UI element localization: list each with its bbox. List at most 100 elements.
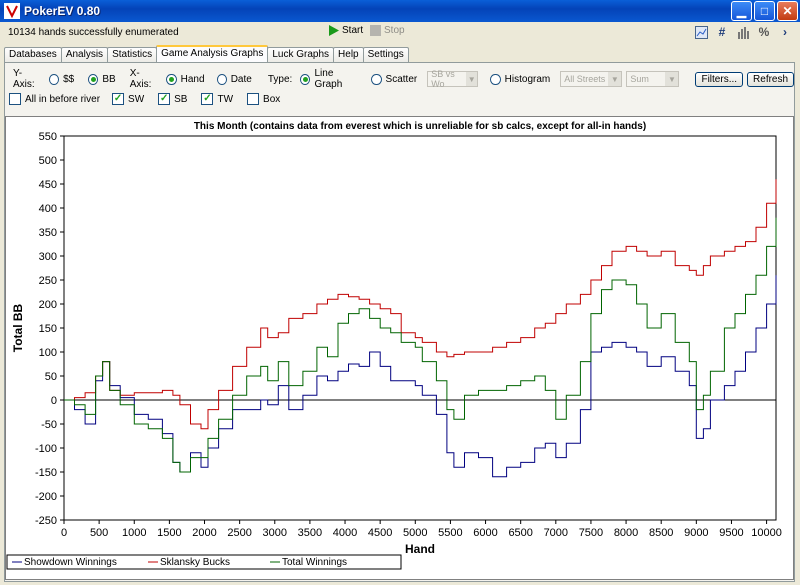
streets-select[interactable]: All Streets ▼: [560, 71, 623, 87]
tab-analysis[interactable]: Analysis: [60, 47, 109, 62]
all-in-label: All in before river: [25, 93, 101, 105]
y-dollars-label: $$: [63, 73, 75, 85]
minimize-button[interactable]: ▁: [731, 1, 752, 21]
y-tick-label: -200: [35, 491, 57, 503]
y-tick-label: 100: [39, 347, 57, 359]
y-tick-label: -100: [35, 443, 57, 455]
box-checkbox[interactable]: [247, 93, 260, 105]
chart-title: This Month (contains data from everest w…: [194, 121, 646, 132]
percent-icon[interactable]: %: [757, 25, 771, 39]
x-tick-label: 3500: [298, 527, 322, 539]
x-tick-label: 8000: [614, 527, 638, 539]
chart-background: [6, 117, 793, 579]
y-dollars-radio[interactable]: [48, 73, 60, 85]
y-tick-label: 150: [39, 323, 57, 335]
chart-image-icon[interactable]: [694, 25, 708, 39]
y-axis-label: Total BB: [11, 303, 25, 352]
x-tick-label: 5000: [403, 527, 427, 539]
sb-label: SB: [174, 93, 188, 105]
histogram-icon[interactable]: [736, 25, 750, 39]
title-bar: PokerEV 0.80 ▁ □ ✕: [0, 0, 800, 22]
scatter-label: Scatter: [385, 73, 418, 85]
y-tick-label: -250: [35, 515, 57, 527]
scatter-select[interactable]: SB vs Wo ▼: [427, 69, 479, 89]
chevron-down-icon: ▼: [466, 72, 478, 86]
x-date-radio[interactable]: [216, 73, 227, 85]
x-axis-label: Hand: [405, 542, 435, 556]
app-icon: [4, 3, 20, 19]
x-tick-label: 6000: [473, 527, 497, 539]
x-tick-label: 7500: [579, 527, 603, 539]
y-tick-label: 550: [39, 131, 57, 143]
chevron-down-icon: ▼: [665, 72, 679, 86]
line-chart: This Month (contains data from everest w…: [6, 117, 793, 579]
x-tick-label: 4000: [333, 527, 357, 539]
start-button[interactable]: Start: [328, 25, 363, 36]
streets-select-value: All Streets: [564, 74, 606, 84]
x-tick-label: 9000: [684, 527, 708, 539]
sw-checkbox[interactable]: ✓: [112, 93, 125, 105]
x-tick-label: 2000: [192, 527, 216, 539]
x-tick-label: 10000: [751, 527, 782, 539]
y-bb-radio[interactable]: [88, 73, 99, 85]
x-tick-label: 2500: [227, 527, 251, 539]
y-tick-label: 200: [39, 299, 57, 311]
x-tick-label: 0: [61, 527, 67, 539]
y-tick-label: 50: [45, 371, 57, 383]
stop-icon: [370, 25, 381, 36]
chevron-right-icon[interactable]: ›: [778, 25, 792, 39]
close-button[interactable]: ✕: [777, 1, 798, 21]
type-label: Type:: [267, 73, 293, 85]
chart-area: This Month (contains data from everest w…: [5, 116, 794, 580]
tab-game-analysis-graphs[interactable]: Game Analysis Graphs: [156, 45, 269, 62]
line-graph-label: Line Graph: [314, 68, 343, 90]
maximize-button[interactable]: □: [754, 1, 775, 21]
yaxis-label: Y-Axis:: [13, 68, 35, 90]
tab-luck-graphs[interactable]: Luck Graphs: [267, 47, 335, 62]
y-tick-label: 500: [39, 155, 57, 167]
filter-row: All in before river ✓ SW ✓ SB ✓ TW Box: [9, 93, 280, 105]
tab-statistics[interactable]: Statistics: [107, 47, 158, 62]
all-in-checkbox[interactable]: [9, 93, 21, 105]
y-tick-label: -150: [35, 467, 57, 479]
close-icon: ✕: [782, 4, 793, 18]
histogram-radio[interactable]: [490, 73, 501, 85]
sb-checkbox[interactable]: ✓: [158, 93, 171, 105]
sum-select-value: Sum: [630, 74, 649, 84]
y-tick-label: -50: [41, 419, 57, 431]
x-tick-label: 8500: [649, 527, 673, 539]
x-tick-label: 4500: [368, 527, 392, 539]
toolbar: 10134 hands successfully enumerated Star…: [0, 22, 800, 44]
filters-button[interactable]: Filters...: [695, 71, 744, 87]
x-tick-label: 500: [90, 527, 108, 539]
legend-entry: Showdown Winnings: [24, 557, 117, 568]
options-row: Y-Axis: $$ BB X-Axis: Hand Date Type: Li…: [11, 68, 795, 90]
start-label: Start: [342, 25, 364, 36]
y-bb-label: BB: [102, 73, 116, 85]
grid-icon[interactable]: #: [715, 25, 729, 39]
tab-settings[interactable]: Settings: [362, 47, 409, 62]
y-tick-label: 400: [39, 203, 57, 215]
x-tick-label: 1500: [157, 527, 181, 539]
x-tick-label: 7000: [544, 527, 568, 539]
line-graph-radio[interactable]: [300, 73, 311, 85]
x-hand-radio[interactable]: [166, 73, 177, 85]
maximize-icon: □: [760, 4, 769, 18]
y-tick-label: 0: [51, 395, 57, 407]
x-tick-label: 6500: [508, 527, 532, 539]
sum-select[interactable]: Sum ▼: [626, 71, 680, 87]
tw-checkbox[interactable]: ✓: [201, 93, 214, 105]
refresh-button[interactable]: Refresh: [747, 71, 795, 87]
tab-strip: Databases Analysis Statistics Game Analy…: [4, 45, 409, 62]
tab-help[interactable]: Help: [333, 47, 364, 62]
scatter-radio[interactable]: [371, 73, 382, 85]
histogram-label: Histogram: [504, 73, 551, 85]
x-tick-label: 5500: [438, 527, 462, 539]
y-tick-label: 350: [39, 227, 57, 239]
x-tick-label: 9500: [719, 527, 743, 539]
tab-databases[interactable]: Databases: [4, 47, 62, 62]
stop-button[interactable]: Stop: [370, 25, 405, 36]
sw-label: SW: [128, 93, 145, 105]
legend-entry: Total Winnings: [282, 557, 347, 568]
x-tick-label: 3000: [263, 527, 287, 539]
